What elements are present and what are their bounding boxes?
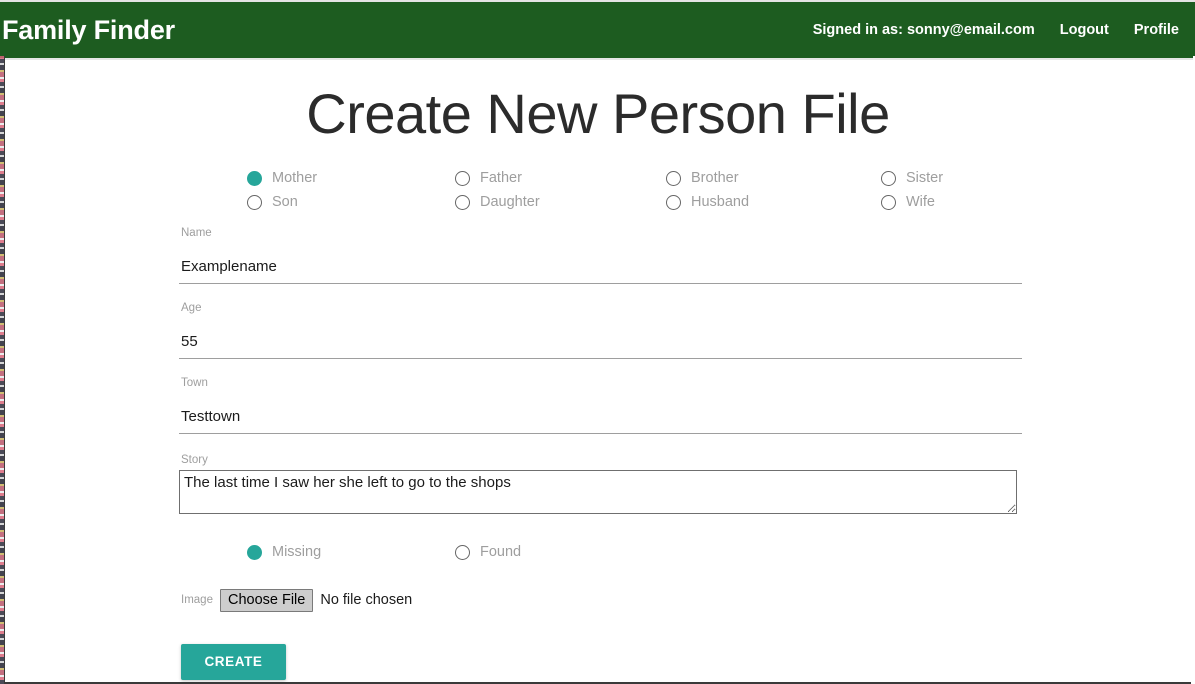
relation-radio-son[interactable]: Son: [247, 192, 298, 213]
relation-radio-wife[interactable]: Wife: [881, 192, 935, 213]
story-field-wrapper: Story: [179, 454, 1022, 514]
town-field-label: Town: [181, 377, 208, 389]
age-field-label: Age: [181, 302, 202, 314]
relation-radio-label: Sister: [906, 170, 944, 187]
age-field-wrapper: Age: [179, 302, 1022, 378]
radio-circle-icon[interactable]: [666, 171, 681, 186]
story-field-label: Story: [181, 454, 208, 466]
name-field-label: Name: [181, 227, 212, 239]
app-brand-title: Family Finder: [2, 14, 175, 45]
create-button[interactable]: CREATE: [181, 643, 286, 680]
town-field-wrapper: Town: [179, 377, 1022, 453]
navbar-right-group: Signed in as: sonny@email.com Logout Pro…: [813, 22, 1195, 38]
status-radio-missing[interactable]: Missing: [247, 542, 321, 563]
main-content: Create New Person File Mother Father Broth…: [5, 60, 1191, 682]
radio-circle-icon[interactable]: [881, 195, 896, 210]
radio-circle-icon[interactable]: [455, 171, 470, 186]
radio-circle-icon[interactable]: [247, 195, 262, 210]
name-field-wrapper: Name: [179, 227, 1022, 303]
top-navbar: Family Finder Signed in as: sonny@email.…: [0, 2, 1195, 58]
file-chosen-status: No file chosen: [320, 592, 413, 609]
relation-radio-label: Father: [480, 170, 522, 187]
name-input[interactable]: [179, 253, 1022, 284]
app-window: Family Finder Signed in as: sonny@email.…: [0, 0, 1195, 684]
choose-file-button[interactable]: Choose File: [219, 588, 314, 613]
relation-radio-daughter[interactable]: Daughter: [455, 192, 540, 213]
relation-radio-group: Mother Father Brother Sister Son Daughter Husb…: [179, 168, 1022, 220]
relation-radio-father[interactable]: Father: [455, 168, 522, 189]
status-radio-group: Missing Found: [179, 542, 1022, 582]
left-edge-artifact: [0, 56, 4, 684]
image-upload-label: Image: [181, 593, 213, 606]
window-left-border: [4, 56, 5, 684]
radio-circle-icon[interactable]: [881, 171, 896, 186]
profile-link[interactable]: Profile: [1134, 22, 1179, 38]
radio-circle-icon[interactable]: [247, 544, 262, 560]
relation-radio-husband[interactable]: Husband: [666, 192, 749, 213]
town-input[interactable]: [179, 403, 1022, 434]
radio-circle-icon[interactable]: [455, 544, 470, 560]
relation-radio-label: Brother: [691, 170, 739, 187]
relation-radio-label: Wife: [906, 194, 935, 211]
relation-radio-brother[interactable]: Brother: [666, 168, 739, 189]
relation-radio-label: Mother: [272, 170, 318, 187]
navbar-bottom-divider: [0, 58, 1195, 60]
status-radio-label: Missing: [272, 543, 322, 560]
relation-radio-sister[interactable]: Sister: [881, 168, 943, 189]
relation-radio-label: Son: [272, 194, 298, 211]
radio-circle-icon[interactable]: [666, 195, 681, 210]
story-textarea[interactable]: [179, 469, 1017, 514]
window-top-edge: [0, 0, 1195, 2]
status-radio-label: Found: [480, 543, 522, 560]
relation-radio-label: Husband: [691, 194, 750, 211]
signed-in-status: Signed in as: sonny@email.com: [812, 22, 1035, 38]
logout-link[interactable]: Logout: [1060, 22, 1109, 38]
relation-radio-label: Daughter: [480, 194, 540, 211]
image-upload-row: Image Choose File No file chosen: [179, 588, 1022, 614]
relation-radio-mother[interactable]: Mother: [247, 168, 317, 189]
radio-circle-icon[interactable]: [455, 195, 470, 210]
radio-circle-icon[interactable]: [247, 171, 262, 186]
status-radio-found[interactable]: Found: [455, 542, 521, 563]
age-input[interactable]: [179, 328, 1022, 359]
page-title: Create New Person File: [306, 82, 890, 145]
create-person-form: Mother Father Brother Sister Son Daughter Husb…: [179, 168, 1022, 680]
